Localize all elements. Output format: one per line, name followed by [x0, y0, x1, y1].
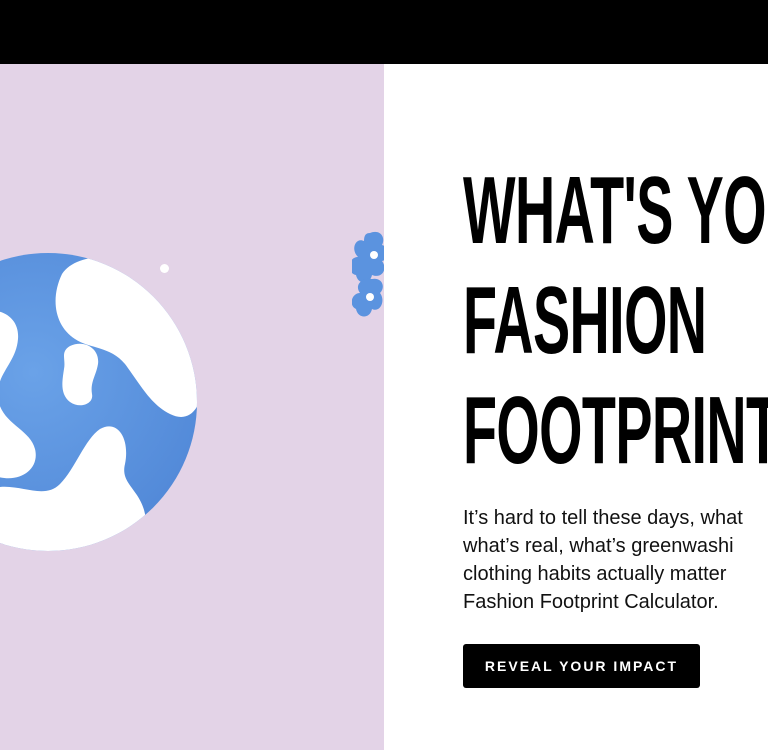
headline-line: FASHION	[463, 267, 707, 374]
description-line: Fashion Footprint Calculator.	[463, 591, 719, 613]
globe-illustration	[0, 253, 197, 551]
description-line: It’s hard to tell these days, what	[463, 507, 743, 529]
illustration-panel	[0, 64, 384, 750]
headline-line: FOOTPRINT?	[463, 377, 768, 484]
content-panel: WHAT'S YOUR FASHION FOOTPRINT? It’s hard…	[384, 64, 768, 750]
hero-description: It’s hard to tell these days, what what’…	[463, 504, 768, 616]
page-headline: WHAT'S YOUR FASHION FOOTPRINT?	[463, 156, 768, 486]
description-line: what’s real, what’s greenwashi	[463, 535, 734, 557]
decorative-dot	[160, 264, 169, 273]
top-bar	[0, 0, 768, 64]
reveal-impact-button[interactable]: REVEAL YOUR IMPACT	[463, 644, 700, 688]
flower-illustration	[352, 232, 384, 317]
description-line: clothing habits actually matter	[463, 563, 727, 585]
headline-line: WHAT'S YOUR	[463, 157, 768, 264]
